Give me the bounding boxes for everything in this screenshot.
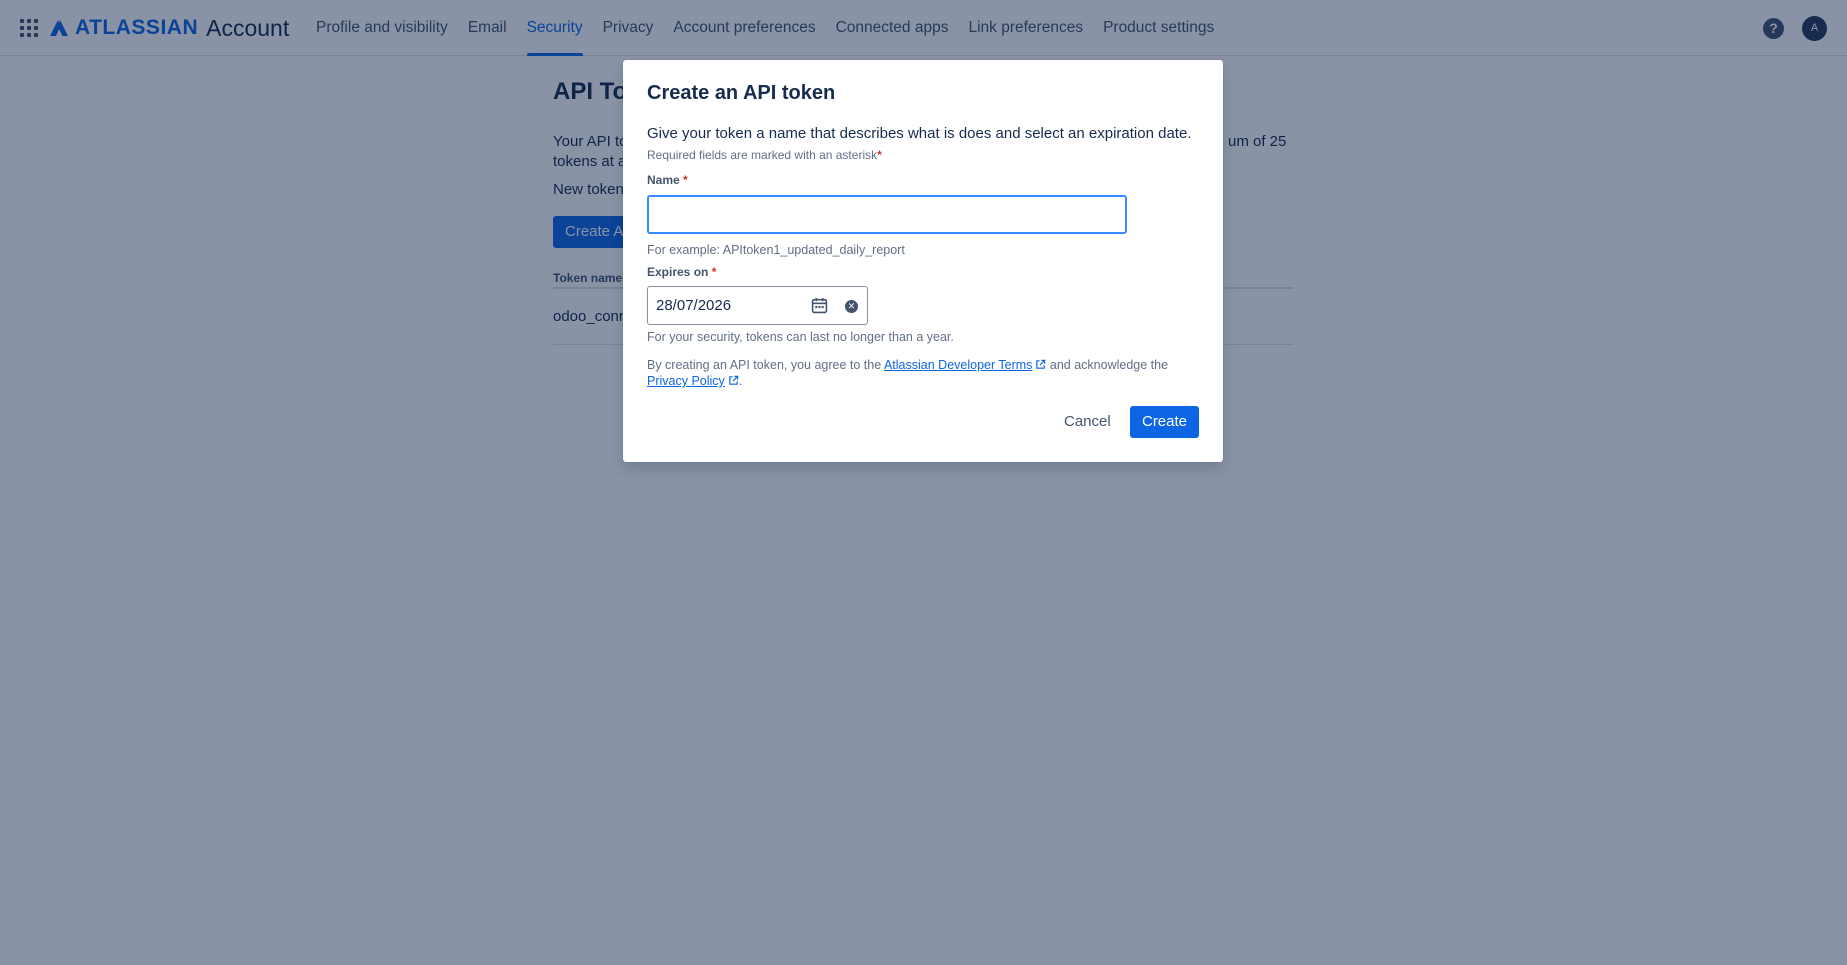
create-button[interactable]: Create [1130,406,1199,438]
clear-date-icon[interactable]: ✕ [845,300,858,313]
name-helper-text: For example: APItoken1_updated_daily_rep… [647,243,905,257]
required-fields-note: Required fields are marked with an aster… [647,148,882,162]
required-note-text: Required fields are marked with an aster… [647,148,878,162]
expiration-date-value: 28/07/2026 [656,297,732,314]
expires-required-asterisk: * [711,265,717,279]
terms-prefix: By creating an API token, you agree to t… [647,358,884,372]
dialog-description: Give your token a name that describes wh… [647,125,1192,142]
expiration-date-picker[interactable]: 28/07/2026 ✕ [647,286,868,325]
privacy-policy-link[interactable]: Privacy Policy [647,374,725,388]
create-api-token-dialog: Create an API token Give your token a na… [623,60,1223,462]
token-name-input[interactable] [647,195,1127,234]
required-asterisk: * [877,148,882,162]
expires-label-text: Expires on [647,265,709,279]
cancel-button[interactable]: Cancel [1054,406,1121,438]
expires-helper-text: For your security, tokens can last no lo… [647,330,954,344]
name-field-label: Name * [647,173,688,187]
terms-notice: By creating an API token, you agree to t… [647,357,1207,389]
name-required-asterisk: * [683,173,688,187]
external-link-icon [1036,359,1046,369]
external-link-icon [729,375,739,385]
atlassian-developer-terms-link[interactable]: Atlassian Developer Terms [884,358,1032,372]
calendar-icon[interactable] [811,297,828,314]
terms-suffix: . [738,374,743,388]
expires-field-label: Expires on * [647,265,716,279]
name-label-text: Name [647,173,680,187]
dialog-title: Create an API token [647,82,836,104]
terms-middle: and acknowledge the [1046,358,1169,372]
